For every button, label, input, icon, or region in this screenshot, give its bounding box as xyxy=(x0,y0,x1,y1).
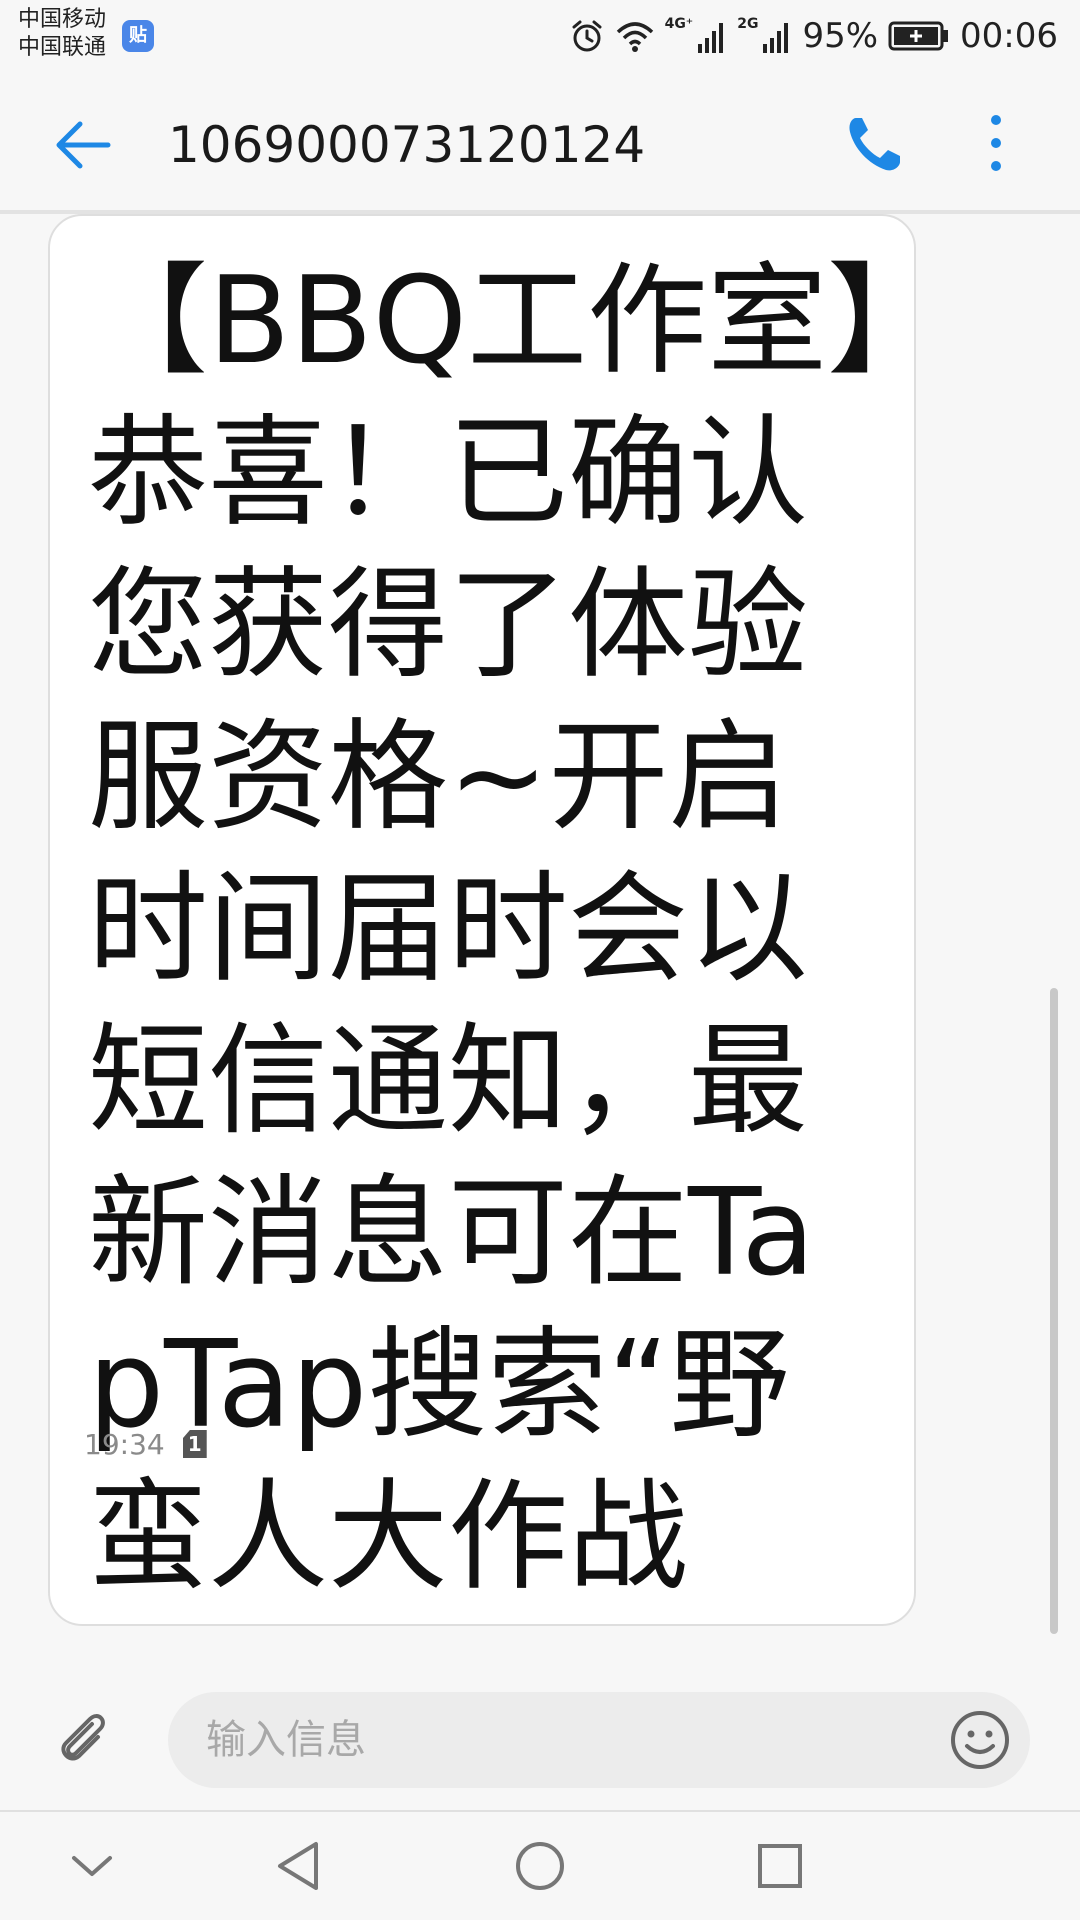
triangle-back-icon xyxy=(278,1842,318,1890)
phone-icon xyxy=(849,118,900,171)
system-navigation-bar xyxy=(0,1812,1080,1920)
alarm-icon xyxy=(572,20,602,52)
nav-recents-button[interactable] xyxy=(752,1838,808,1894)
carrier-1: 中国移动 xyxy=(18,7,107,32)
nav-back-button[interactable] xyxy=(272,1838,328,1894)
more-options-button[interactable] xyxy=(976,108,1016,178)
attach-button[interactable] xyxy=(52,1706,116,1770)
network-2g-label: 2G xyxy=(737,16,759,32)
emoji-button[interactable] xyxy=(948,1708,1012,1772)
battery-icon xyxy=(888,21,949,51)
network-4g-label: 4G⁺ xyxy=(664,16,694,32)
status-bar: 中国移动 中国联通 贴 4G⁺ 2G 95% 00:06 xyxy=(0,0,1080,72)
message-input[interactable]: 输入信息 xyxy=(168,1692,1030,1788)
hide-keyboard-button[interactable] xyxy=(64,1838,120,1894)
message-text: 【BBQ工作室】恭喜！已确认您获得了体验服资格~开启时间届时会以短信通知，最新消… xyxy=(88,252,888,1607)
square-recents-icon xyxy=(758,1844,802,1888)
carrier-labels: 中国移动 中国联通 xyxy=(18,6,106,62)
scrollbar[interactable] xyxy=(1050,988,1058,1634)
message-input-placeholder: 输入信息 xyxy=(206,1717,366,1763)
arrow-left-icon xyxy=(56,121,111,169)
call-button[interactable] xyxy=(842,112,906,176)
wifi-icon xyxy=(616,22,653,52)
paperclip-icon xyxy=(61,1714,105,1761)
tieba-notification-icon: 贴 xyxy=(122,20,154,52)
message-time: 19:34 xyxy=(84,1427,165,1461)
back-button[interactable] xyxy=(50,112,116,178)
status-indicators: 4G⁺ 2G 95% 00:06 xyxy=(569,10,1058,62)
message-bubble[interactable]: 【BBQ工作室】恭喜！已确认您获得了体验服资格~开启时间届时会以短信通知，最新消… xyxy=(48,214,916,1626)
circle-home-icon xyxy=(516,1842,564,1890)
message-meta: 19:34 1 xyxy=(84,1424,207,1464)
sim-card-icon: 1 xyxy=(182,1430,207,1458)
conversation-header: 106900073120124 xyxy=(0,72,1080,214)
signal-bars-icon-2 xyxy=(763,23,789,53)
compose-bar: 输入信息 xyxy=(0,1666,1080,1812)
smiley-icon xyxy=(951,1711,1009,1769)
carrier-2: 中国联通 xyxy=(18,35,107,60)
battery-percent: 95% xyxy=(802,16,879,56)
clock: 00:06 xyxy=(960,16,1058,56)
more-vertical-icon xyxy=(991,115,1001,171)
chevron-down-icon xyxy=(72,1856,112,1876)
contact-number: 106900073120124 xyxy=(168,116,646,174)
nav-home-button[interactable] xyxy=(512,1838,568,1894)
signal-bars-icon-1 xyxy=(698,23,724,53)
